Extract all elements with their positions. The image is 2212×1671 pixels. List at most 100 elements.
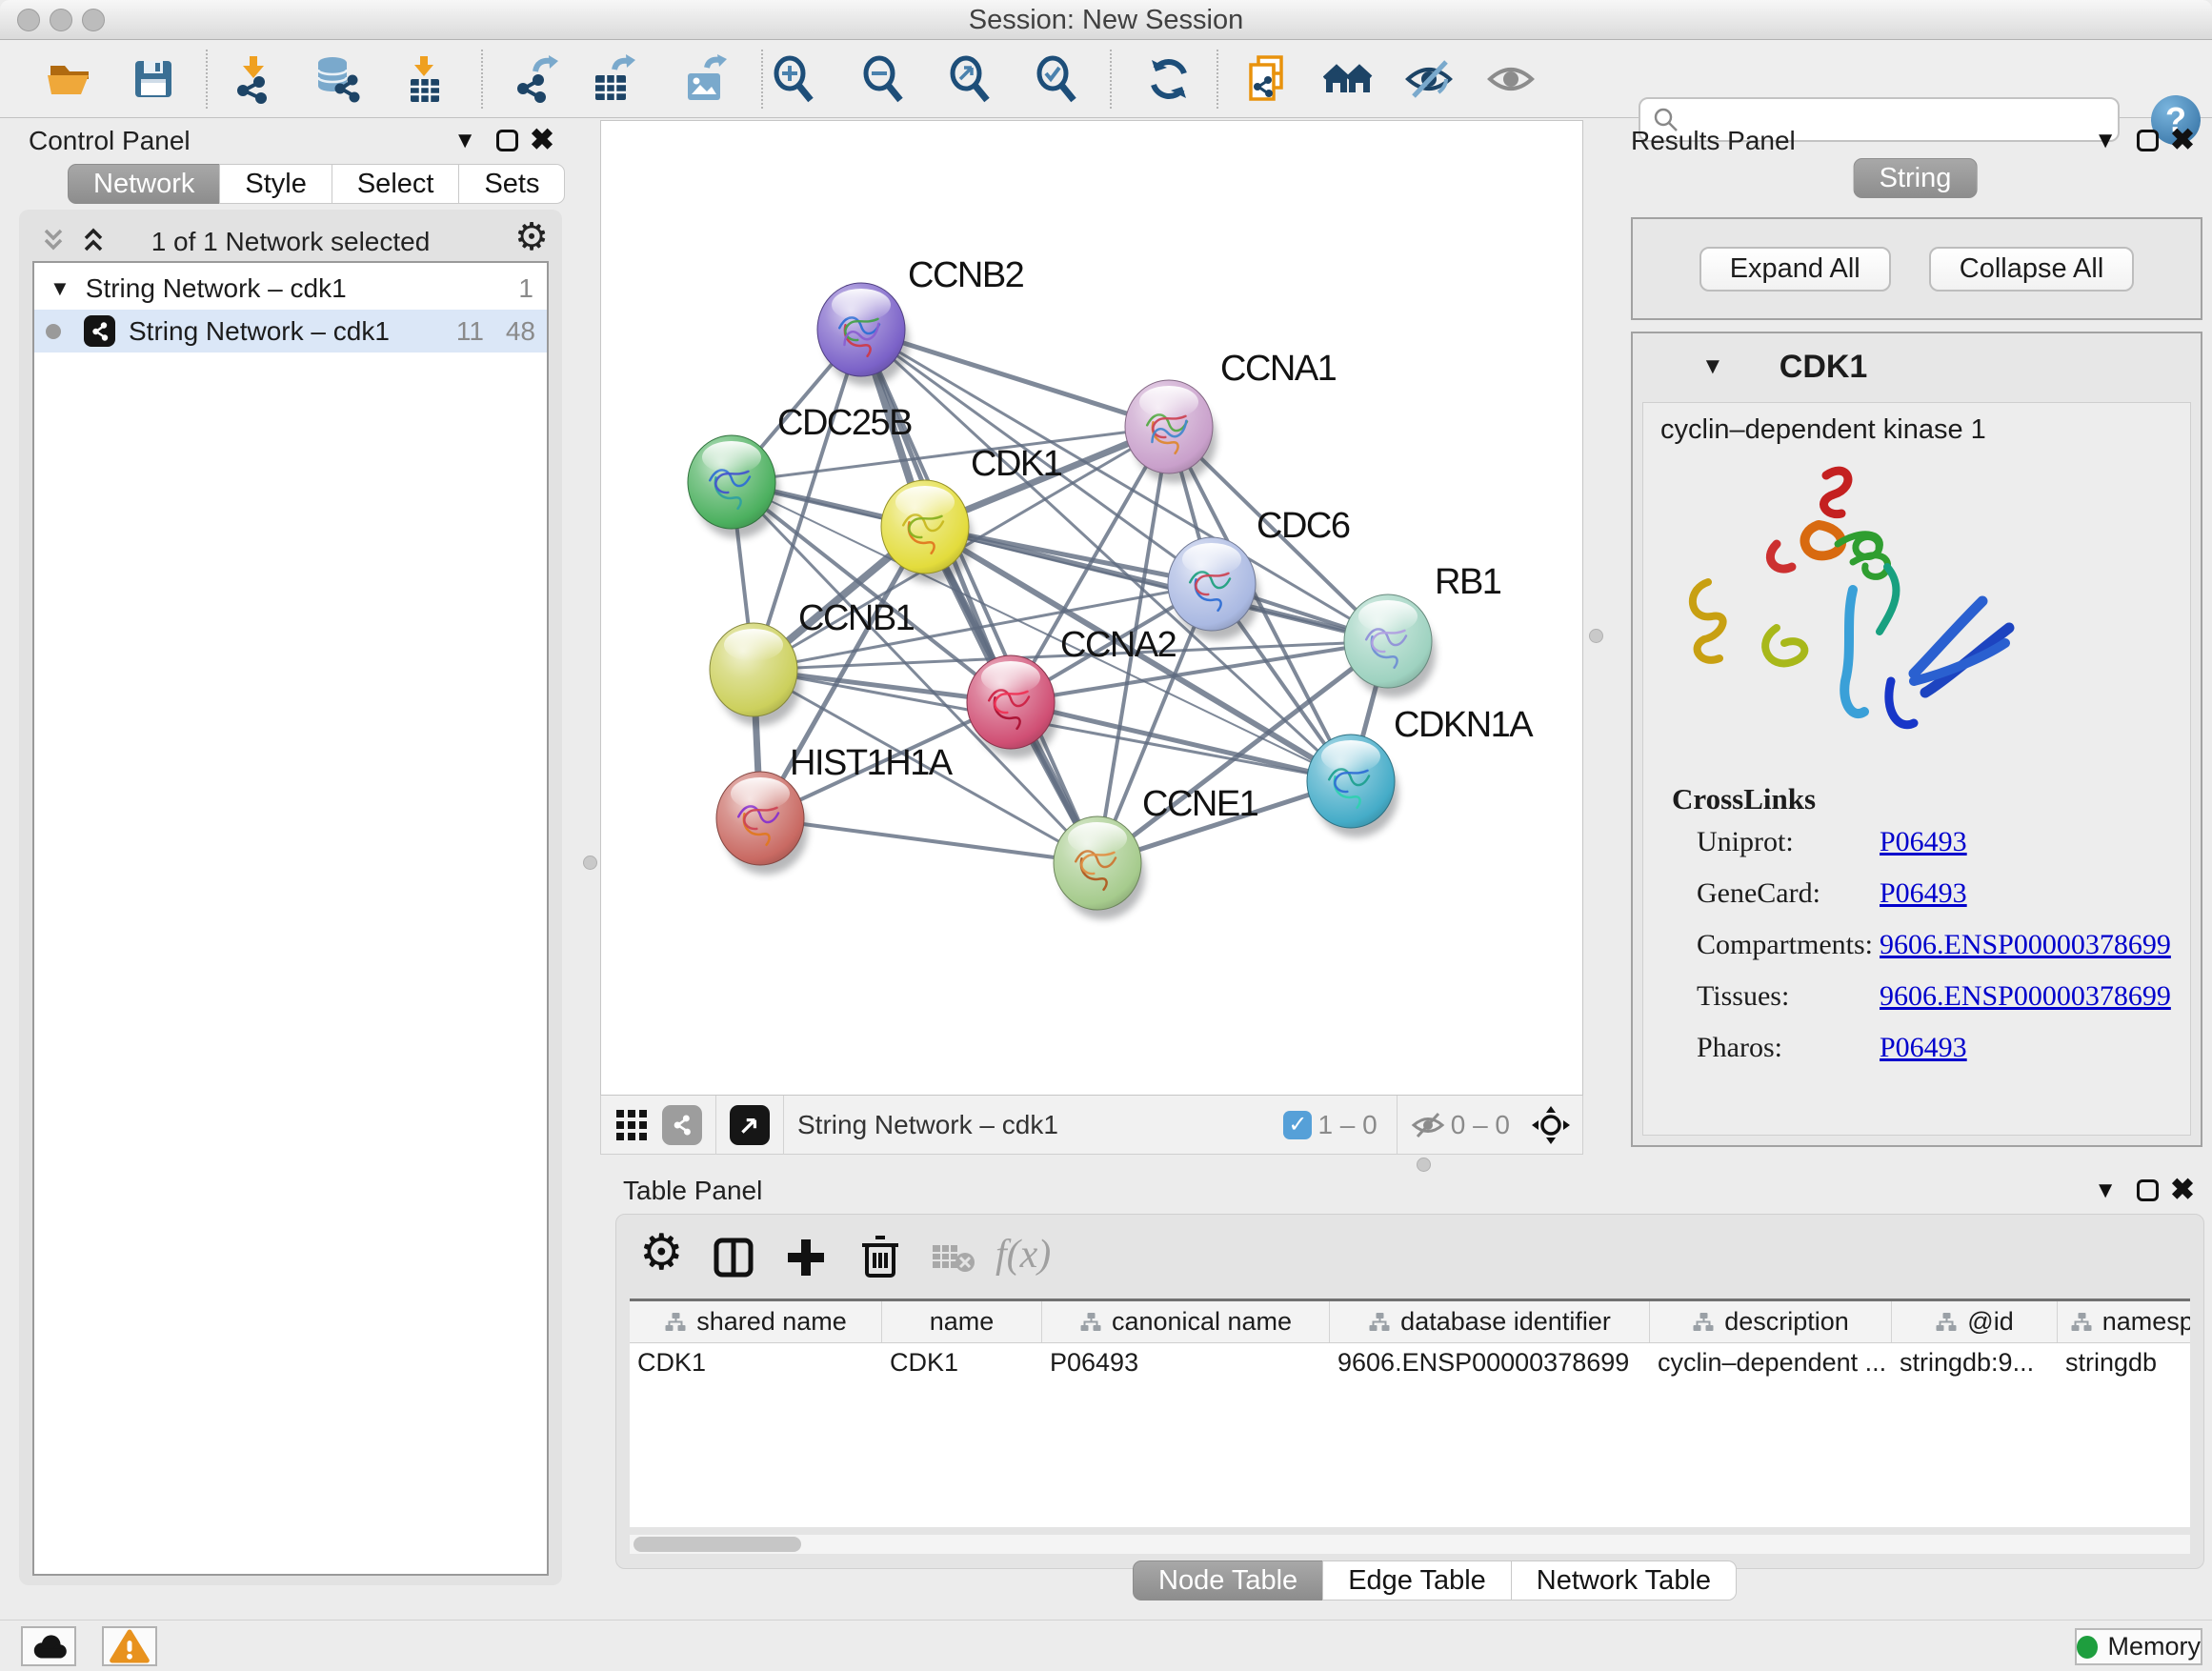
crosslink-row: Tissues:9606.ENSP00000378699: [1643, 971, 2190, 1022]
tab-edge-table[interactable]: Edge Table: [1322, 1560, 1512, 1601]
network-node-CDC25B[interactable]: [688, 435, 779, 538]
network-canvas[interactable]: CCNB2CCNA1CDC25BCDK1CDC6RB1CCNB1CCNA2CDK…: [600, 120, 1583, 1096]
tab-style[interactable]: Style: [219, 164, 332, 204]
table-cell[interactable]: 9606.ENSP00000378699: [1330, 1348, 1650, 1378]
column-header-database-identifier[interactable]: database identifier: [1330, 1301, 1650, 1342]
network-node-RB1[interactable]: [1344, 594, 1436, 697]
table-cell[interactable]: P06493: [1042, 1348, 1330, 1378]
network-row[interactable]: String Network – cdk1 11 48: [34, 310, 547, 352]
table-panel-float-icon[interactable]: [2137, 1179, 2159, 1201]
selected-checkbox-icon[interactable]: ✓: [1283, 1111, 1312, 1139]
collection-expand-icon[interactable]: ▼: [50, 276, 70, 301]
network-edge[interactable]: [1011, 702, 1351, 781]
gene-section-header[interactable]: ▼ CDK1: [1633, 333, 2201, 400]
network-node-CDK1[interactable]: [881, 480, 973, 583]
zoom-fit-icon[interactable]: [946, 54, 995, 104]
table-panel-menu-icon[interactable]: ▼: [2094, 1179, 2117, 1202]
vertical-splitter-handle[interactable]: [583, 856, 597, 870]
network-node-HIST1H1A[interactable]: [716, 772, 808, 875]
import-database-icon[interactable]: [312, 54, 362, 104]
table-row[interactable]: CDK1CDK1P064939606.ENSP00000378699cyclin…: [630, 1343, 2190, 1381]
export-table-icon[interactable]: [588, 54, 637, 104]
memory-button[interactable]: Memory: [2075, 1628, 2202, 1665]
network-node-CDKN1A[interactable]: [1307, 735, 1398, 837]
refresh-view-icon[interactable]: [1144, 54, 1194, 104]
warnings-button[interactable]: [102, 1626, 157, 1666]
network-edge[interactable]: [760, 818, 1097, 863]
control-panel-menu-icon[interactable]: ▼: [453, 130, 476, 152]
column-header-@id[interactable]: @id: [1892, 1301, 2058, 1342]
tab-string[interactable]: String: [1854, 158, 1978, 198]
crosslink-link[interactable]: P06493: [1880, 826, 1967, 858]
table-cell[interactable]: stringdb:9...: [1892, 1348, 2058, 1378]
network-collection-row[interactable]: ▼ String Network – cdk1 1: [34, 267, 547, 310]
table-cell[interactable]: cyclin–dependent ...: [1650, 1348, 1892, 1378]
tab-node-table[interactable]: Node Table: [1133, 1560, 1323, 1601]
apply-function-icon[interactable]: f(x): [995, 1232, 1051, 1278]
crosslink-link[interactable]: P06493: [1880, 877, 1967, 910]
show-columns-icon[interactable]: [712, 1236, 755, 1279]
delete-column-icon[interactable]: [858, 1234, 902, 1279]
birdseye-icon[interactable]: [1531, 1105, 1571, 1145]
zoom-out-icon[interactable]: [859, 54, 909, 104]
cloud-button[interactable]: [21, 1626, 76, 1666]
show-all-icon[interactable]: [1486, 54, 1536, 104]
tab-network[interactable]: Network: [68, 164, 220, 204]
control-panel-close-icon[interactable]: ✖: [530, 125, 554, 154]
import-network-icon[interactable]: [229, 54, 278, 104]
add-column-icon[interactable]: [784, 1236, 828, 1279]
grid-view-icon[interactable]: [614, 1108, 649, 1142]
export-image-icon[interactable]: [680, 54, 730, 104]
detach-view-icon[interactable]: [730, 1105, 770, 1145]
column-header-name[interactable]: name: [882, 1301, 1042, 1342]
status-divider: [715, 1096, 716, 1155]
table-cell[interactable]: stringdb: [2058, 1348, 2190, 1378]
window-title: Session: New Session: [0, 5, 2212, 36]
network-graph[interactable]: CCNB2CCNA1CDC25BCDK1CDC6RB1CCNB1CCNA2CDK…: [601, 121, 1582, 1095]
results-panel-float-icon[interactable]: [2137, 130, 2159, 151]
network-share-view-icon[interactable]: [662, 1105, 702, 1145]
zoom-selected-icon[interactable]: [1033, 54, 1082, 104]
column-header-shared-name[interactable]: shared name: [630, 1301, 882, 1342]
delete-table-icon[interactable]: [931, 1241, 975, 1274]
tab-select[interactable]: Select: [332, 164, 460, 204]
expand-all-button[interactable]: Expand All: [1699, 247, 1891, 292]
export-network-icon[interactable]: [511, 54, 560, 104]
table-cell[interactable]: CDK1: [882, 1348, 1042, 1378]
network-node-CCNE1[interactable]: [1054, 816, 1145, 919]
network-options-gear-icon[interactable]: ⚙: [514, 215, 549, 259]
table-cell[interactable]: CDK1: [630, 1348, 882, 1378]
table-settings-gear-icon[interactable]: ⚙: [639, 1224, 684, 1281]
network-node-CCNB2[interactable]: [817, 283, 909, 386]
tab-network-table[interactable]: Network Table: [1511, 1560, 1737, 1601]
status-divider: [783, 1096, 784, 1155]
crosslink-link[interactable]: P06493: [1880, 1032, 1967, 1064]
tab-sets[interactable]: Sets: [458, 164, 565, 204]
hide-selected-icon[interactable]: [1404, 54, 1454, 104]
network-list: ▼ String Network – cdk1 1 String Network…: [32, 261, 549, 1576]
table-tabs: Node TableEdge TableNetwork Table: [1134, 1560, 1737, 1601]
import-table-icon[interactable]: [399, 54, 449, 104]
gene-collapse-icon[interactable]: ▼: [1701, 353, 1724, 380]
first-neighbors-icon[interactable]: [1323, 54, 1373, 104]
save-session-icon[interactable]: [129, 54, 178, 104]
control-panel-float-icon[interactable]: [496, 130, 518, 151]
table-hscrollbar[interactable]: [630, 1535, 2190, 1554]
results-panel-menu-icon[interactable]: ▼: [2094, 130, 2117, 152]
crosslink-link[interactable]: 9606.ENSP00000378699: [1880, 929, 2171, 961]
column-header-description[interactable]: description: [1650, 1301, 1892, 1342]
table-panel-close-icon[interactable]: ✖: [2170, 1175, 2195, 1204]
zoom-in-icon[interactable]: [770, 54, 819, 104]
crosslink-link[interactable]: 9606.ENSP00000378699: [1880, 980, 2171, 1013]
results-splitter-handle[interactable]: [1589, 629, 1603, 643]
edge-count: 48: [484, 316, 535, 347]
clone-network-icon[interactable]: [1243, 54, 1293, 104]
table-hscrollbar-thumb[interactable]: [633, 1537, 801, 1552]
column-header-canonical-name[interactable]: canonical name: [1042, 1301, 1330, 1342]
open-session-icon[interactable]: [45, 54, 94, 104]
control-panel: Control Panel ▼ ✖ NetworkStyleSelectSets…: [8, 120, 572, 1587]
network-node-CCNA1[interactable]: [1125, 380, 1217, 483]
collapse-all-button[interactable]: Collapse All: [1929, 247, 2135, 292]
results-panel-close-icon[interactable]: ✖: [2170, 125, 2195, 154]
column-header-namespace[interactable]: namespace: [2058, 1301, 2190, 1342]
